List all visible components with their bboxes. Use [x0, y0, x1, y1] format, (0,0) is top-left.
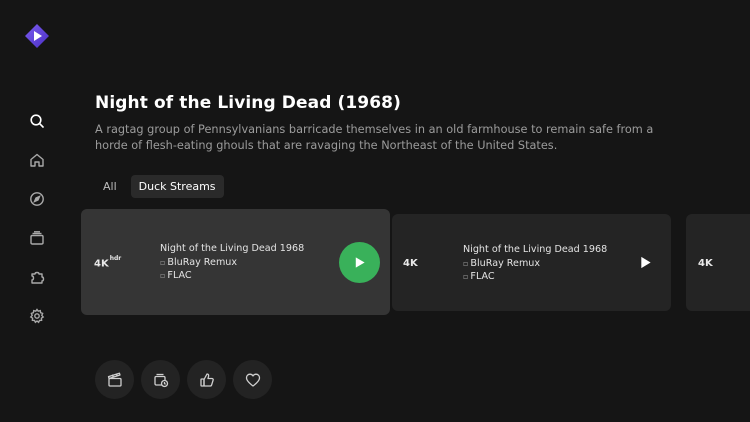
tab-duck-streams[interactable]: Duck Streams — [130, 175, 224, 198]
stream-source: BluRay Remux — [463, 257, 607, 271]
stream-audio: FLAC — [160, 269, 304, 283]
stream-quality: 4K — [698, 258, 713, 269]
stream-name: Night of the Living Dead 1968 — [160, 243, 305, 254]
tab-all[interactable]: All — [95, 175, 125, 198]
action-bar — [95, 360, 272, 399]
stream-item[interactable]: 4Khdr Night of the Living Dead 1968 BluR… — [81, 209, 390, 315]
watched-icon — [153, 372, 169, 388]
like-button[interactable] — [187, 360, 226, 399]
stream-quality: 4K — [403, 258, 418, 269]
sidebar-item-home[interactable] — [24, 147, 50, 173]
like-icon — [199, 372, 215, 388]
sidebar-item-addons[interactable] — [24, 264, 50, 290]
trailer-icon — [107, 372, 123, 388]
stream-quality: 4Khdr — [94, 255, 122, 270]
stremio-logo-icon[interactable] — [24, 23, 50, 49]
heart-icon — [245, 372, 261, 388]
favorite-button[interactable] — [233, 360, 272, 399]
sidebar-item-search[interactable] — [24, 108, 50, 134]
stream-item[interactable]: 4K — [686, 214, 750, 311]
stream-source-tabs: All Duck Streams — [95, 175, 224, 198]
sidebar-item-library[interactable] — [24, 225, 50, 251]
home-icon — [29, 152, 45, 168]
stream-info: Night of the Living Dead 1968 BluRay Rem… — [160, 242, 304, 283]
library-icon — [29, 230, 45, 246]
play-button[interactable] — [636, 253, 654, 271]
stream-item[interactable]: 4K Night of the Living Dead 1968 BluRay … — [392, 214, 671, 311]
trailer-button[interactable] — [95, 360, 134, 399]
play-button[interactable] — [339, 242, 380, 283]
stream-name: Night of the Living Dead 1968 — [463, 244, 608, 255]
search-icon — [29, 113, 45, 129]
puzzle-icon — [29, 269, 45, 285]
movie-description: A ragtag group of Pennsylvanians barrica… — [95, 123, 654, 152]
watched-button[interactable] — [141, 360, 180, 399]
stream-audio: FLAC — [463, 270, 607, 284]
play-icon — [353, 256, 366, 269]
settings-icon — [29, 308, 45, 324]
page-title: Night of the Living Dead (1968) — [95, 93, 401, 113]
stream-source: BluRay Remux — [160, 256, 304, 270]
sidebar-item-discover[interactable] — [24, 186, 50, 212]
compass-icon — [29, 191, 45, 207]
play-icon — [639, 256, 652, 269]
stream-info: Night of the Living Dead 1968 BluRay Rem… — [463, 243, 607, 284]
sidebar-item-settings[interactable] — [24, 303, 50, 329]
